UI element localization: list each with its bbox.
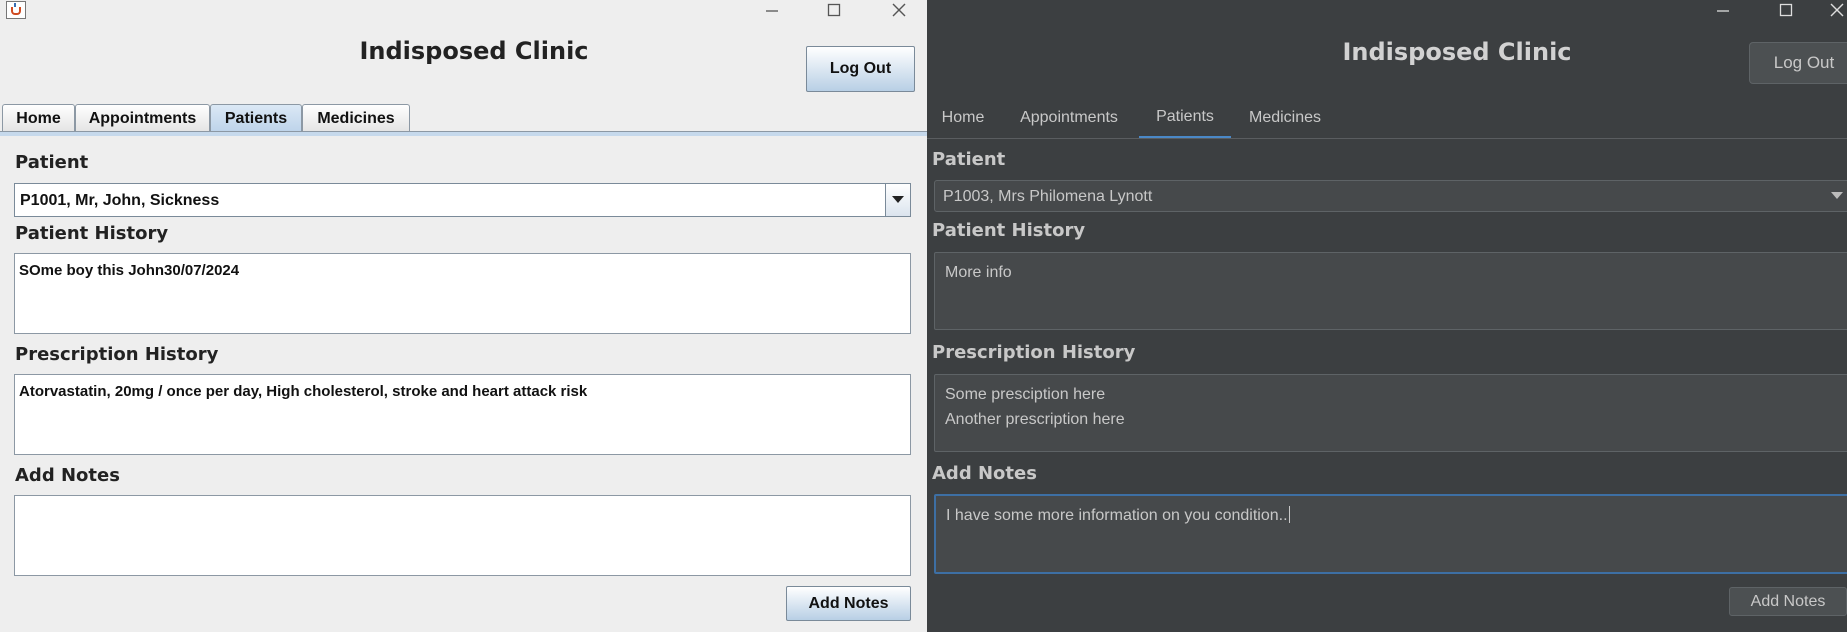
java-app-icon: [6, 1, 26, 19]
close-icon[interactable]: [1826, 0, 1847, 20]
dark-theme-window: Indisposed Clinic Log Out Home Appointme…: [927, 0, 1847, 632]
patient-history-textarea[interactable]: SOme boy this John30/07/2024: [14, 253, 911, 334]
maximize-icon[interactable]: [1766, 0, 1806, 20]
patient-history-textarea[interactable]: More info: [934, 252, 1847, 330]
logout-button[interactable]: Log Out: [806, 46, 915, 92]
prescription-history-label: Prescription History: [932, 342, 1136, 363]
close-icon[interactable]: [879, 0, 919, 20]
title-bar: [0, 0, 927, 30]
text-caret: [1288, 506, 1290, 523]
minimize-icon[interactable]: [1703, 0, 1743, 20]
tab-appointments[interactable]: Appointments: [999, 97, 1139, 139]
patient-history-label: Patient History: [932, 220, 1086, 241]
minimize-icon[interactable]: [752, 0, 792, 20]
patient-selected-value: P1003, Mrs Philomena Lynott: [943, 188, 1153, 205]
tab-content-border: [0, 131, 927, 136]
add-notes-textarea[interactable]: [14, 495, 911, 576]
patient-history-line: SOme boy this John30/07/2024: [19, 262, 240, 279]
tab-content-border: [927, 138, 1847, 139]
patient-label: Patient: [15, 152, 89, 173]
patient-combobox[interactable]: P1001, Mr, John, Sickness: [14, 183, 911, 217]
app-title: Indisposed Clinic: [1342, 38, 1572, 66]
tab-patients[interactable]: Patients: [210, 104, 302, 132]
patient-combobox[interactable]: P1003, Mrs Philomena Lynott: [934, 180, 1847, 212]
light-theme-window: Indisposed Clinic Log Out Home Appointme…: [0, 0, 927, 632]
patient-history-line: More info: [945, 264, 1012, 281]
add-notes-label: Add Notes: [932, 463, 1037, 484]
add-notes-button[interactable]: Add Notes: [786, 586, 911, 621]
chevron-down-icon[interactable]: [885, 184, 910, 216]
app-title: Indisposed Clinic: [359, 37, 589, 65]
tab-patients[interactable]: Patients: [1139, 97, 1231, 139]
tab-medicines[interactable]: Medicines: [302, 104, 410, 132]
patient-label: Patient: [932, 149, 1006, 170]
prescription-history-line: Another prescription here: [945, 411, 1125, 428]
prescription-history-textarea[interactable]: Some presciption here Another prescripti…: [934, 374, 1847, 452]
logout-button[interactable]: Log Out: [1749, 42, 1847, 84]
add-notes-button[interactable]: Add Notes: [1729, 587, 1847, 616]
maximize-icon[interactable]: [814, 0, 854, 20]
patient-history-label: Patient History: [15, 223, 169, 244]
tab-appointments[interactable]: Appointments: [75, 104, 210, 132]
chevron-down-icon[interactable]: [1826, 181, 1847, 211]
prescription-history-textarea[interactable]: Atorvastatin, 20mg / once per day, High …: [14, 374, 911, 455]
prescription-history-label: Prescription History: [15, 344, 219, 365]
tab-home[interactable]: Home: [2, 104, 75, 132]
tab-bar: Home Appointments Patients Medicines: [927, 97, 1847, 139]
tab-medicines[interactable]: Medicines: [1231, 97, 1339, 139]
prescription-history-line: Atorvastatin, 20mg / once per day, High …: [19, 383, 588, 400]
add-notes-textarea[interactable]: I have some more information on you cond…: [934, 494, 1847, 574]
tab-bar: Home Appointments Patients Medicines: [0, 104, 927, 132]
patient-selected-value: P1001, Mr, John, Sickness: [20, 192, 220, 209]
tab-home[interactable]: Home: [927, 97, 999, 139]
add-notes-label: Add Notes: [15, 465, 120, 486]
prescription-history-line: Some presciption here: [945, 386, 1106, 403]
add-notes-value: I have some more information on you cond…: [946, 507, 1288, 524]
